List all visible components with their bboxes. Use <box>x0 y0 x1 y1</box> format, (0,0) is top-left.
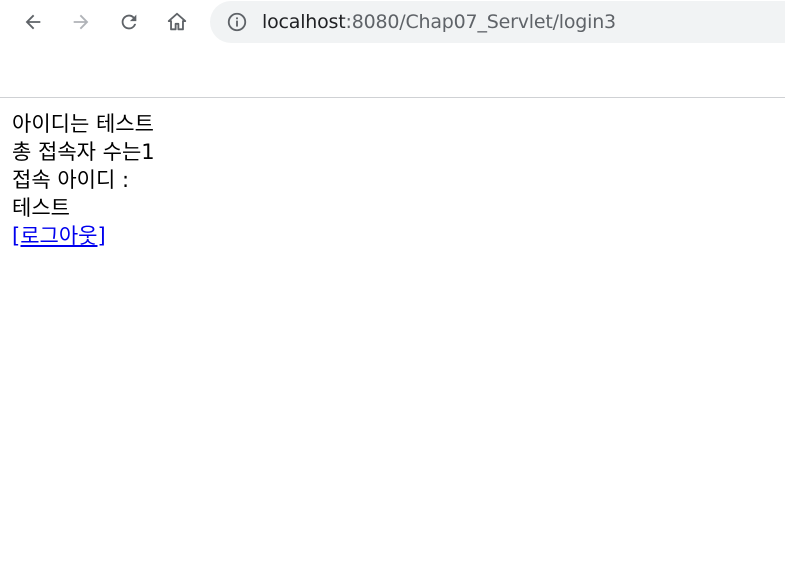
arrow-left-icon <box>25 14 41 30</box>
home-button[interactable] <box>161 6 193 38</box>
address-bar[interactable]: localhost:8080/Chap07_Servlet/login3 <box>210 1 785 43</box>
logout-link[interactable]: [로그아웃] <box>12 224 106 248</box>
info-circle-icon[interactable] <box>226 11 248 33</box>
url-host: localhost <box>262 11 346 33</box>
url-text[interactable]: localhost:8080/Chap07_Servlet/login3 <box>262 11 616 33</box>
forward-button[interactable] <box>65 6 97 38</box>
connected-id-item: 테스트 <box>12 196 70 220</box>
home-icon <box>167 12 187 31</box>
browser-toolbar: localhost:8080/Chap07_Servlet/login3 <box>0 0 785 98</box>
url-path: :8080/Chap07_Servlet/login3 <box>345 11 617 33</box>
connected-ids-label: 접속 아이디 : <box>12 168 130 192</box>
reload-icon <box>121 14 137 30</box>
total-users-message: 총 접속자 수는1 <box>12 140 155 164</box>
arrow-right-icon <box>73 14 89 30</box>
reload-button[interactable] <box>113 6 145 38</box>
user-id-message: 아이디는 테스트 <box>12 112 154 136</box>
back-button[interactable] <box>17 6 49 38</box>
page-content: 아이디는 테스트 총 접속자 수는1 접속 아이디 : 테스트 [로그아웃] <box>0 98 785 250</box>
